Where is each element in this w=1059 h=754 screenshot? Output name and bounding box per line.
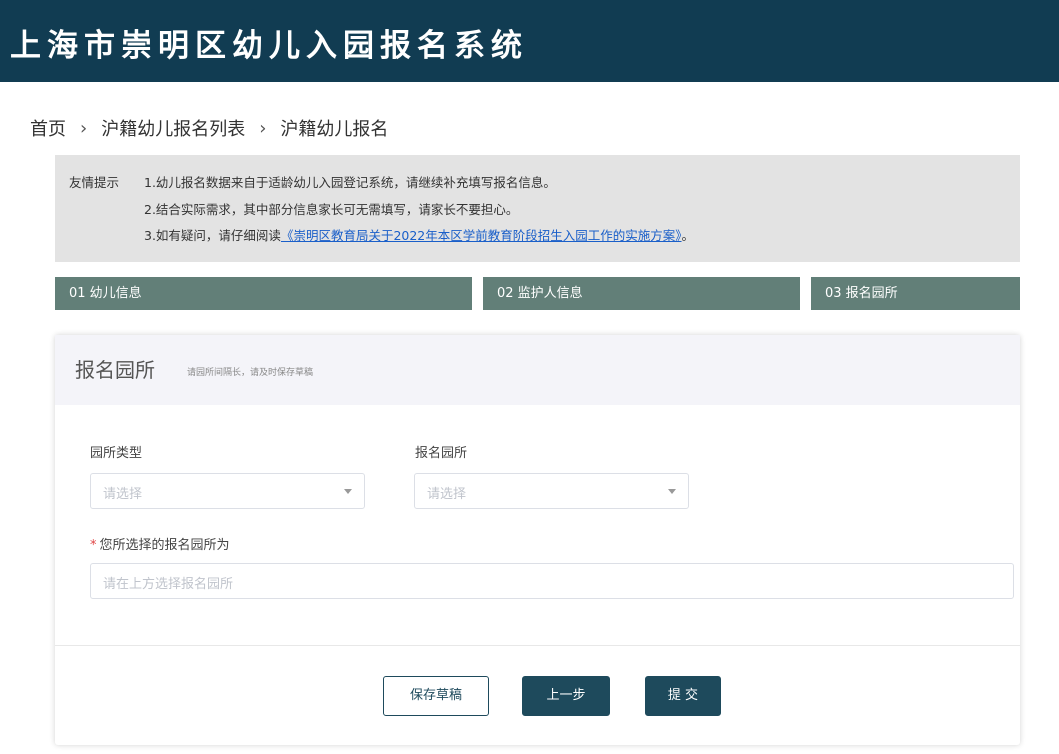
selected-school-field[interactable]: 请在上方选择报名园所 — [90, 563, 1014, 599]
required-asterisk: * — [90, 538, 97, 553]
breadcrumb-separator: › — [80, 117, 88, 139]
panel-header: 报名园所 请园所间隔长，请及时保存草稿 — [55, 335, 1020, 405]
breadcrumb-list[interactable]: 沪籍幼儿报名列表 — [101, 115, 245, 141]
policy-link[interactable]: 《崇明区教育局关于2022年本区学前教育阶段招生入园工作的实施方案》 — [281, 228, 682, 243]
selected-school-label: * 您所选择的报名园所为 — [90, 534, 230, 553]
selected-school-placeholder: 请在上方选择报名园所 — [103, 577, 234, 592]
breadcrumb: 首页 › 沪籍幼儿报名列表 › 沪籍幼儿报名 — [30, 115, 388, 141]
notice-line-1: 1.幼儿报名数据来自于适龄幼儿入园登记系统，请继续补充填写报名信息。 — [144, 175, 556, 190]
step-3[interactable]: 03 报名园所 — [811, 277, 1020, 310]
notice-box: 友情提示 1.幼儿报名数据来自于适龄幼儿入园登记系统，请继续补充填写报名信息。 … — [55, 155, 1020, 262]
school-type-placeholder: 请选择 — [103, 487, 143, 502]
chevron-down-icon — [344, 489, 352, 494]
chevron-down-icon — [668, 489, 676, 494]
breadcrumb-separator: › — [259, 117, 267, 139]
divider — [55, 645, 1020, 646]
panel-title: 报名园所 — [75, 358, 155, 382]
school-type-select[interactable]: 请选择 — [90, 473, 365, 509]
school-type-label: 园所类型 — [90, 446, 143, 461]
previous-step-button[interactable]: 上一步 — [522, 676, 610, 716]
breadcrumb-home[interactable]: 首页 — [30, 115, 66, 141]
submit-button[interactable]: 提 交 — [645, 676, 721, 716]
notice-line-2: 2.结合实际需求，其中部分信息家长可无需填写，请家长不要担心。 — [144, 202, 519, 217]
save-draft-button[interactable]: 保存草稿 — [383, 676, 489, 716]
school-select[interactable]: 请选择 — [414, 473, 689, 509]
school-placeholder: 请选择 — [427, 487, 467, 502]
notice-line-3-suffix: 。 — [681, 228, 695, 243]
notice-line-3-prefix: 3.如有疑问，请仔细阅读 — [144, 228, 281, 243]
app-header: 上海市崇明区幼儿入园报名系统 — [0, 0, 1059, 82]
notice-line-3: 3.如有疑问，请仔细阅读《崇明区教育局关于2022年本区学前教育阶段招生入园工作… — [144, 225, 694, 244]
step-2[interactable]: 02 监护人信息 — [483, 277, 800, 310]
app-title: 上海市崇明区幼儿入园报名系统 — [10, 28, 528, 64]
notice-label: 友情提示 — [69, 175, 120, 190]
panel-hint: 请园所间隔长，请及时保存草稿 — [187, 368, 314, 378]
school-label: 报名园所 — [415, 446, 468, 461]
selected-school-label-text: 您所选择的报名园所为 — [99, 538, 230, 553]
form-panel: 报名园所 请园所间隔长，请及时保存草稿 园所类型 请选择 报名园所 请选择 * 您… — [55, 335, 1020, 745]
breadcrumb-current: 沪籍幼儿报名 — [280, 119, 389, 140]
step-1[interactable]: 01 幼儿信息 — [55, 277, 472, 310]
